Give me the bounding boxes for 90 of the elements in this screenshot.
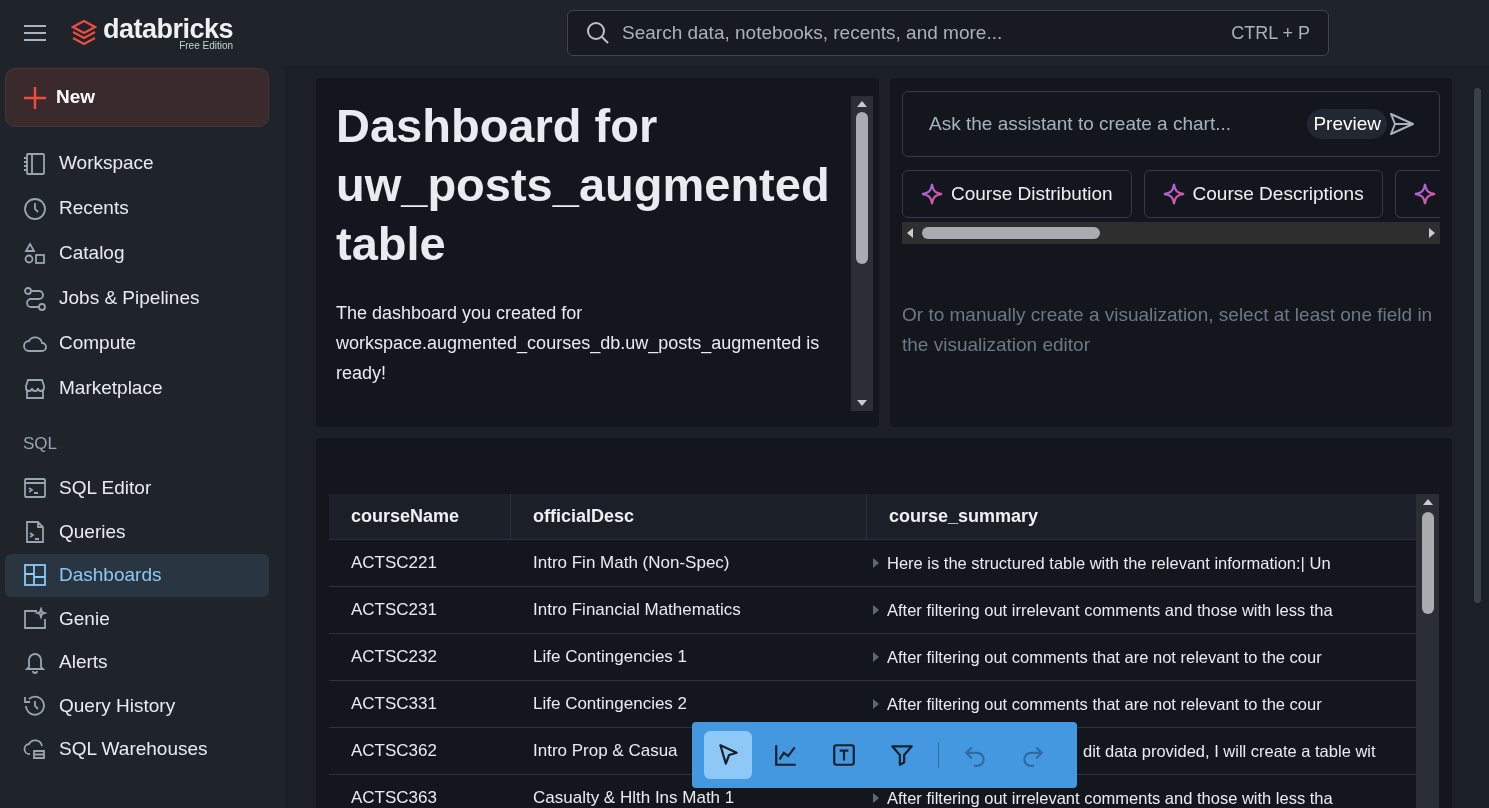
sidebar-item[interactable]: SQL Editor bbox=[5, 466, 269, 510]
sparkle-icon bbox=[1413, 183, 1436, 205]
storefront-icon bbox=[23, 376, 47, 401]
sidebar-item[interactable]: Queries bbox=[5, 510, 269, 554]
sidebar-item[interactable]: Marketplace bbox=[5, 366, 269, 411]
line-chart-icon bbox=[773, 742, 799, 768]
scroll-left-icon[interactable] bbox=[906, 227, 914, 239]
expand-arrow-icon[interactable] bbox=[873, 699, 879, 709]
expand-arrow-icon[interactable] bbox=[873, 652, 879, 662]
shortcut-hint: CTRL + P bbox=[1231, 21, 1310, 45]
table-cell-text: ACTSC331 bbox=[351, 693, 437, 716]
dashboard-title: Dashboard for uw_posts_augmented table bbox=[336, 98, 831, 272]
vertical-scrollbar[interactable] bbox=[1416, 494, 1439, 808]
workflow-icon bbox=[23, 286, 47, 311]
scroll-up-icon[interactable] bbox=[856, 100, 868, 108]
sidebar-item[interactable]: Catalog bbox=[5, 231, 269, 276]
preview-badge: Preview bbox=[1307, 108, 1387, 140]
sidebar-item[interactable]: Genie bbox=[5, 597, 269, 641]
sidebar-item[interactable]: Alerts bbox=[5, 640, 269, 684]
sidebar-item[interactable]: Recents bbox=[5, 186, 269, 231]
search-icon bbox=[586, 21, 610, 45]
dashboard-icon bbox=[23, 563, 47, 588]
table-cell-text: Intro Prop & Casua bbox=[533, 740, 678, 763]
sidebar-item[interactable]: Dashboards bbox=[5, 553, 269, 597]
helper-text: Or to manually create a visualization, select at least one field in the visualization editor bbox=[902, 303, 1434, 357]
section-heading: SQL bbox=[22, 433, 59, 455]
table-cell-text: After filtering out irrelevant comments and those with less tha bbox=[887, 787, 1333, 808]
scroll-up-icon[interactable] bbox=[1421, 498, 1434, 506]
notebook-icon bbox=[23, 151, 47, 176]
page-scrollbar[interactable] bbox=[1474, 88, 1481, 603]
cloud-database-icon bbox=[23, 737, 47, 762]
query-file-icon bbox=[23, 519, 47, 544]
new-button[interactable]: New bbox=[5, 68, 269, 127]
search-placeholder: Search data, notebooks, recents, and more... bbox=[622, 20, 1004, 45]
vertical-scrollbar[interactable] bbox=[851, 96, 873, 411]
filter-icon bbox=[889, 742, 915, 768]
bell-icon bbox=[23, 650, 47, 675]
column-header[interactable]: officialDesc bbox=[511, 494, 867, 539]
terminal-icon bbox=[23, 476, 47, 501]
scroll-thumb[interactable] bbox=[1421, 512, 1434, 614]
suggestion-chip[interactable] bbox=[1394, 170, 1440, 218]
sidebar-item[interactable]: Jobs & Pipelines bbox=[5, 276, 269, 321]
sparkle-frame-icon bbox=[23, 606, 47, 631]
table-cell-text: dit data provided, I will create a table wit bbox=[1083, 740, 1376, 762]
edition-label: Free Edition bbox=[179, 40, 234, 51]
table-cell-text: ACTSC362 bbox=[351, 740, 437, 763]
scroll-thumb[interactable] bbox=[856, 112, 868, 264]
tool-button[interactable] bbox=[704, 731, 752, 779]
history-icon bbox=[23, 693, 47, 718]
sidebar-item[interactable]: SQL Warehouses bbox=[5, 727, 269, 771]
sparkle-icon bbox=[921, 183, 943, 205]
sidebar-item[interactable]: Query History bbox=[5, 684, 269, 728]
scroll-right-icon[interactable] bbox=[1428, 227, 1436, 239]
column-header[interactable]: course_summary bbox=[867, 494, 1416, 539]
table-cell-text: Life Contingencies 1 bbox=[533, 646, 688, 669]
table-cell-text: Intro Financial Mathematics bbox=[533, 599, 741, 622]
scroll-thumb[interactable] bbox=[922, 227, 1100, 239]
table-cell-text: ACTSC363 bbox=[351, 787, 437, 808]
table-cell-text: ACTSC231 bbox=[351, 599, 437, 622]
table-cell-text: After filtering out irrelevant comments and those with less tha bbox=[887, 599, 1333, 621]
sidebar-item[interactable]: Workspace bbox=[5, 141, 269, 186]
search-field[interactable]: Search data, notebooks, recents, and more... CTRL + P bbox=[567, 10, 1329, 56]
table-cell-text: ACTSC221 bbox=[351, 552, 437, 575]
table-cell-text: After filtering out comments that are not relevant to the cour bbox=[887, 693, 1322, 715]
text-box-icon bbox=[831, 742, 857, 768]
shapes-icon bbox=[23, 241, 47, 266]
logo-icon bbox=[71, 19, 97, 47]
table-cell-text: Casualty & Hlth Ins Math 1 bbox=[533, 787, 735, 808]
suggestion-chip[interactable]: Course Distribution bbox=[902, 170, 1132, 218]
horizontal-scrollbar[interactable] bbox=[902, 222, 1440, 244]
table-cell-text: ACTSC232 bbox=[351, 646, 437, 669]
column-header[interactable]: courseName bbox=[329, 494, 511, 539]
assistant-placeholder: Ask the assistant to create a chart... bbox=[929, 111, 1233, 136]
table-cell-text: Here is the structured table with the relevant information:| Un bbox=[887, 552, 1331, 574]
expand-arrow-icon[interactable] bbox=[873, 605, 879, 615]
scroll-down-icon[interactable] bbox=[856, 399, 868, 407]
clock-icon bbox=[23, 196, 47, 221]
expand-arrow-icon[interactable] bbox=[873, 793, 879, 803]
dashboard-description: The dashboard you created for workspace.augmented_courses_db.uw_posts_augmented is ready! bbox=[336, 302, 821, 385]
assistant-input[interactable]: Ask the assistant to create a chart... Preview bbox=[902, 91, 1440, 157]
sidebar-item[interactable]: Compute bbox=[5, 321, 269, 366]
suggestion-chip[interactable]: Course Descriptions bbox=[1143, 170, 1383, 218]
send-icon[interactable] bbox=[1389, 112, 1415, 136]
menu-icon[interactable] bbox=[23, 24, 47, 42]
table-cell-text: After filtering out comments that are not relevant to the cour bbox=[887, 646, 1322, 668]
table-cell-text: Intro Fin Math (Non-Spec) bbox=[533, 552, 730, 575]
sparkle-icon bbox=[1162, 183, 1185, 205]
table-cell-text: Life Contingencies 2 bbox=[533, 693, 688, 716]
plus-icon bbox=[24, 86, 46, 109]
expand-arrow-icon[interactable] bbox=[873, 558, 879, 568]
